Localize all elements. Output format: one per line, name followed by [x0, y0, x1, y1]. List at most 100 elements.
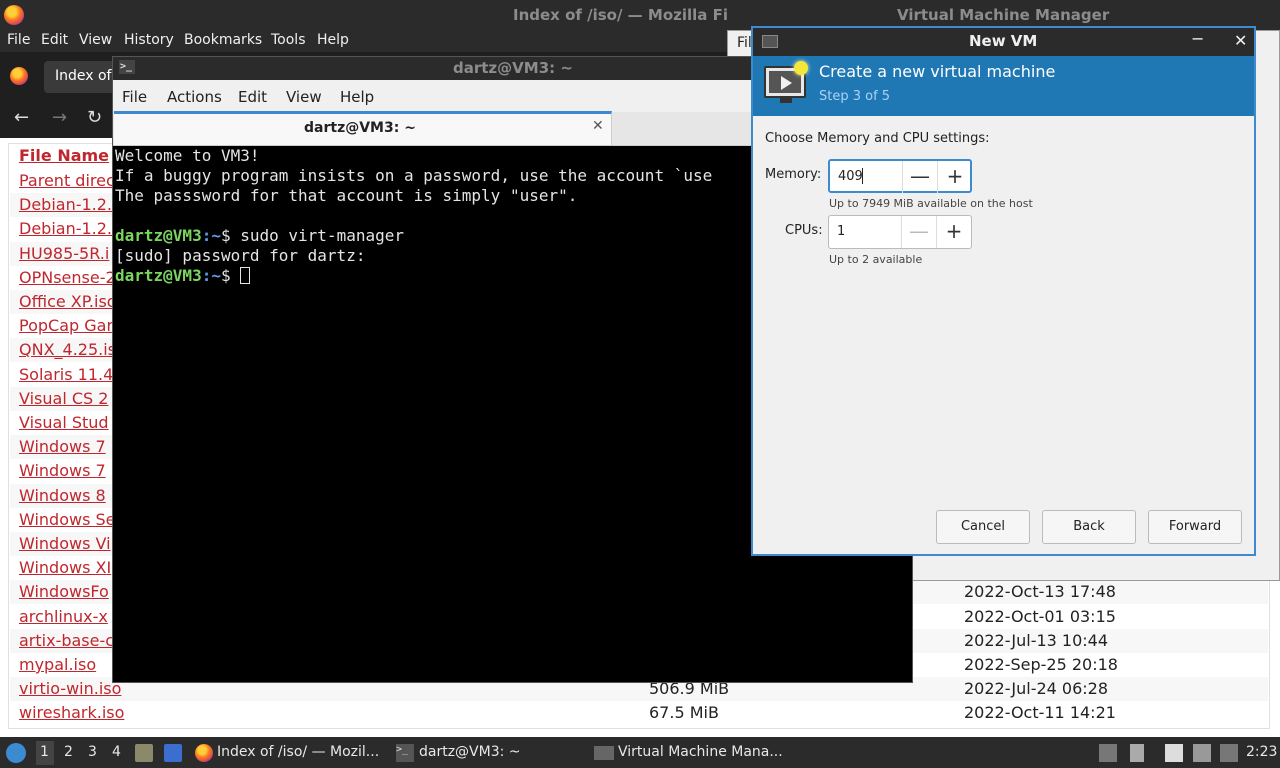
- workspace-3[interactable]: 3: [88, 744, 97, 760]
- terminal-tab-label: dartz@VM3: ~: [304, 120, 416, 136]
- display-icon[interactable]: [1193, 744, 1211, 762]
- forward-icon[interactable]: →: [52, 107, 67, 128]
- file-date: 2022-Oct-11 14:21: [964, 703, 1116, 723]
- section-label: Choose Memory and CPU settings:: [765, 131, 990, 146]
- close-icon[interactable]: ✕: [1234, 31, 1247, 50]
- memory-label: Memory:: [765, 167, 822, 182]
- menu-edit[interactable]: Edit: [41, 32, 68, 48]
- file-link[interactable]: Parent direc: [19, 171, 115, 190]
- terminal-cursor: [240, 267, 251, 284]
- memory-decrement-button[interactable]: —: [902, 161, 937, 193]
- cpus-spinbutton[interactable]: 1 — +: [828, 215, 972, 249]
- file-date: 2022-Jul-13 10:44: [964, 630, 1109, 650]
- vmm-app-icon: [762, 35, 778, 48]
- minimize-icon[interactable]: −: [1191, 29, 1204, 48]
- clock: 2:23: [1246, 744, 1278, 760]
- file-link[interactable]: virtio-win.iso: [19, 679, 121, 698]
- new-vm-title: New VM: [969, 32, 1038, 50]
- forward-button[interactable]: Forward: [1148, 510, 1242, 544]
- terminal-menu-help[interactable]: Help: [340, 88, 374, 106]
- wizard-step: Step 3 of 5: [819, 89, 891, 104]
- file-link[interactable]: PopCap Gar: [19, 316, 113, 335]
- workspace-4[interactable]: 4: [112, 744, 121, 760]
- taskbar: 1 2 3 4 Index of /iso/ — Mozil... >_ dar…: [0, 737, 1280, 768]
- file-link[interactable]: Windows Vi: [19, 534, 111, 553]
- vmm-task-icon: [594, 746, 614, 760]
- file-link[interactable]: HU985-5R.i: [19, 244, 109, 263]
- file-link[interactable]: Visual Stud: [19, 413, 109, 432]
- text-caret: [862, 168, 863, 184]
- new-vm-titlebar: New VM − ✕: [753, 28, 1254, 56]
- prompt-user: dartz@VM3: [115, 266, 202, 285]
- reload-icon[interactable]: ↻: [87, 107, 102, 128]
- menu-tools[interactable]: Tools: [271, 32, 306, 48]
- close-icon[interactable]: ✕: [592, 118, 604, 134]
- clipboard-icon[interactable]: [1165, 744, 1183, 762]
- file-link[interactable]: Windows Se: [19, 510, 116, 529]
- network-icon[interactable]: [1220, 744, 1238, 762]
- taskbar-task-firefox[interactable]: Index of /iso/ — Mozil...: [217, 744, 379, 760]
- cpus-input[interactable]: 1: [837, 224, 845, 239]
- memory-hint: Up to 7949 MiB available on the host: [829, 197, 1033, 210]
- prompt-symbol: $: [220, 266, 241, 285]
- cpus-increment-button[interactable]: +: [936, 216, 971, 248]
- terminal-tab[interactable]: dartz@VM3: ~ ✕: [114, 111, 612, 145]
- file-link[interactable]: Debian-1.2.: [19, 219, 112, 238]
- cpus-decrement-button[interactable]: —: [901, 216, 936, 248]
- column-header-file-name[interactable]: File Name: [19, 146, 109, 165]
- vmm-window-title: Virtual Machine Manager: [897, 6, 1110, 24]
- show-desktop-icon[interactable]: [164, 744, 182, 762]
- menu-bookmarks[interactable]: Bookmarks: [184, 32, 262, 48]
- workspace-1[interactable]: 1: [36, 741, 54, 765]
- file-link[interactable]: Debian-1.2.: [19, 195, 112, 214]
- taskbar-task-vmm[interactable]: Virtual Machine Mana...: [618, 744, 783, 760]
- volume-icon[interactable]: [1130, 744, 1144, 762]
- terminal-menu-edit[interactable]: Edit: [238, 88, 267, 106]
- terminal-window-title: dartz@VM3: ~: [453, 59, 573, 77]
- file-date: 2022-Oct-01 03:15: [964, 606, 1116, 626]
- menu-history[interactable]: History: [124, 32, 174, 48]
- file-link[interactable]: Office XP.iso: [19, 292, 117, 311]
- file-link[interactable]: Visual CS 2: [19, 389, 108, 408]
- file-link[interactable]: WindowsFo: [19, 582, 109, 601]
- file-link[interactable]: Windows XI: [19, 558, 111, 577]
- menu-view[interactable]: View: [79, 32, 112, 48]
- firefox-window-title: Index of /iso/ — Mozilla Fi: [513, 6, 729, 24]
- back-icon[interactable]: ←: [14, 107, 29, 128]
- file-link[interactable]: OPNsense-2: [19, 268, 116, 287]
- file-link[interactable]: QNX_4.25.is: [19, 340, 116, 359]
- vmm-menu-file[interactable]: Fil: [737, 35, 752, 51]
- memory-spinbutton[interactable]: 409 — +: [828, 159, 972, 193]
- file-link[interactable]: Windows 7: [19, 461, 106, 480]
- file-link[interactable]: Windows 8: [19, 486, 106, 505]
- file-link[interactable]: artix-base-c: [19, 631, 114, 650]
- menu-file[interactable]: File: [7, 32, 30, 48]
- terminal-menu-file[interactable]: File: [122, 88, 147, 106]
- memory-increment-button[interactable]: +: [937, 161, 972, 193]
- taskbar-task-terminal[interactable]: dartz@VM3: ~: [419, 744, 521, 760]
- prompt-user: dartz@VM3: [115, 226, 202, 245]
- firefox-tab-icon: [10, 67, 28, 85]
- tray-eject-icon[interactable]: [1099, 744, 1117, 762]
- cancel-button[interactable]: Cancel: [936, 510, 1030, 544]
- file-link[interactable]: Solaris 11.4: [19, 365, 113, 384]
- terminal-menu-actions[interactable]: Actions: [167, 88, 222, 106]
- back-button[interactable]: Back: [1042, 510, 1136, 544]
- menu-help[interactable]: Help: [317, 32, 349, 48]
- file-date: 2022-Oct-13 17:48: [964, 582, 1116, 602]
- table-row: wireshark.iso 67.5 MiB 2022-Oct-11 14:21: [10, 701, 1268, 725]
- new-vm-dialog: New VM − ✕ Create a new virtual machine …: [751, 26, 1256, 556]
- file-link[interactable]: wireshark.iso: [19, 703, 124, 722]
- memory-input[interactable]: 409: [838, 169, 863, 184]
- firefox-task-icon: [195, 744, 213, 762]
- file-manager-icon[interactable]: [135, 744, 153, 762]
- file-date: 2022-Jul-24 06:28: [964, 679, 1109, 699]
- start-menu-icon[interactable]: [6, 743, 26, 763]
- file-link[interactable]: archlinux-x: [19, 607, 108, 626]
- wizard-title: Create a new virtual machine: [819, 62, 1056, 81]
- workspace-2[interactable]: 2: [64, 744, 73, 760]
- terminal-menu-view[interactable]: View: [286, 88, 322, 106]
- file-link[interactable]: Windows 7: [19, 437, 106, 456]
- file-link[interactable]: mypal.iso: [19, 655, 96, 674]
- prompt-path: :~: [201, 226, 221, 245]
